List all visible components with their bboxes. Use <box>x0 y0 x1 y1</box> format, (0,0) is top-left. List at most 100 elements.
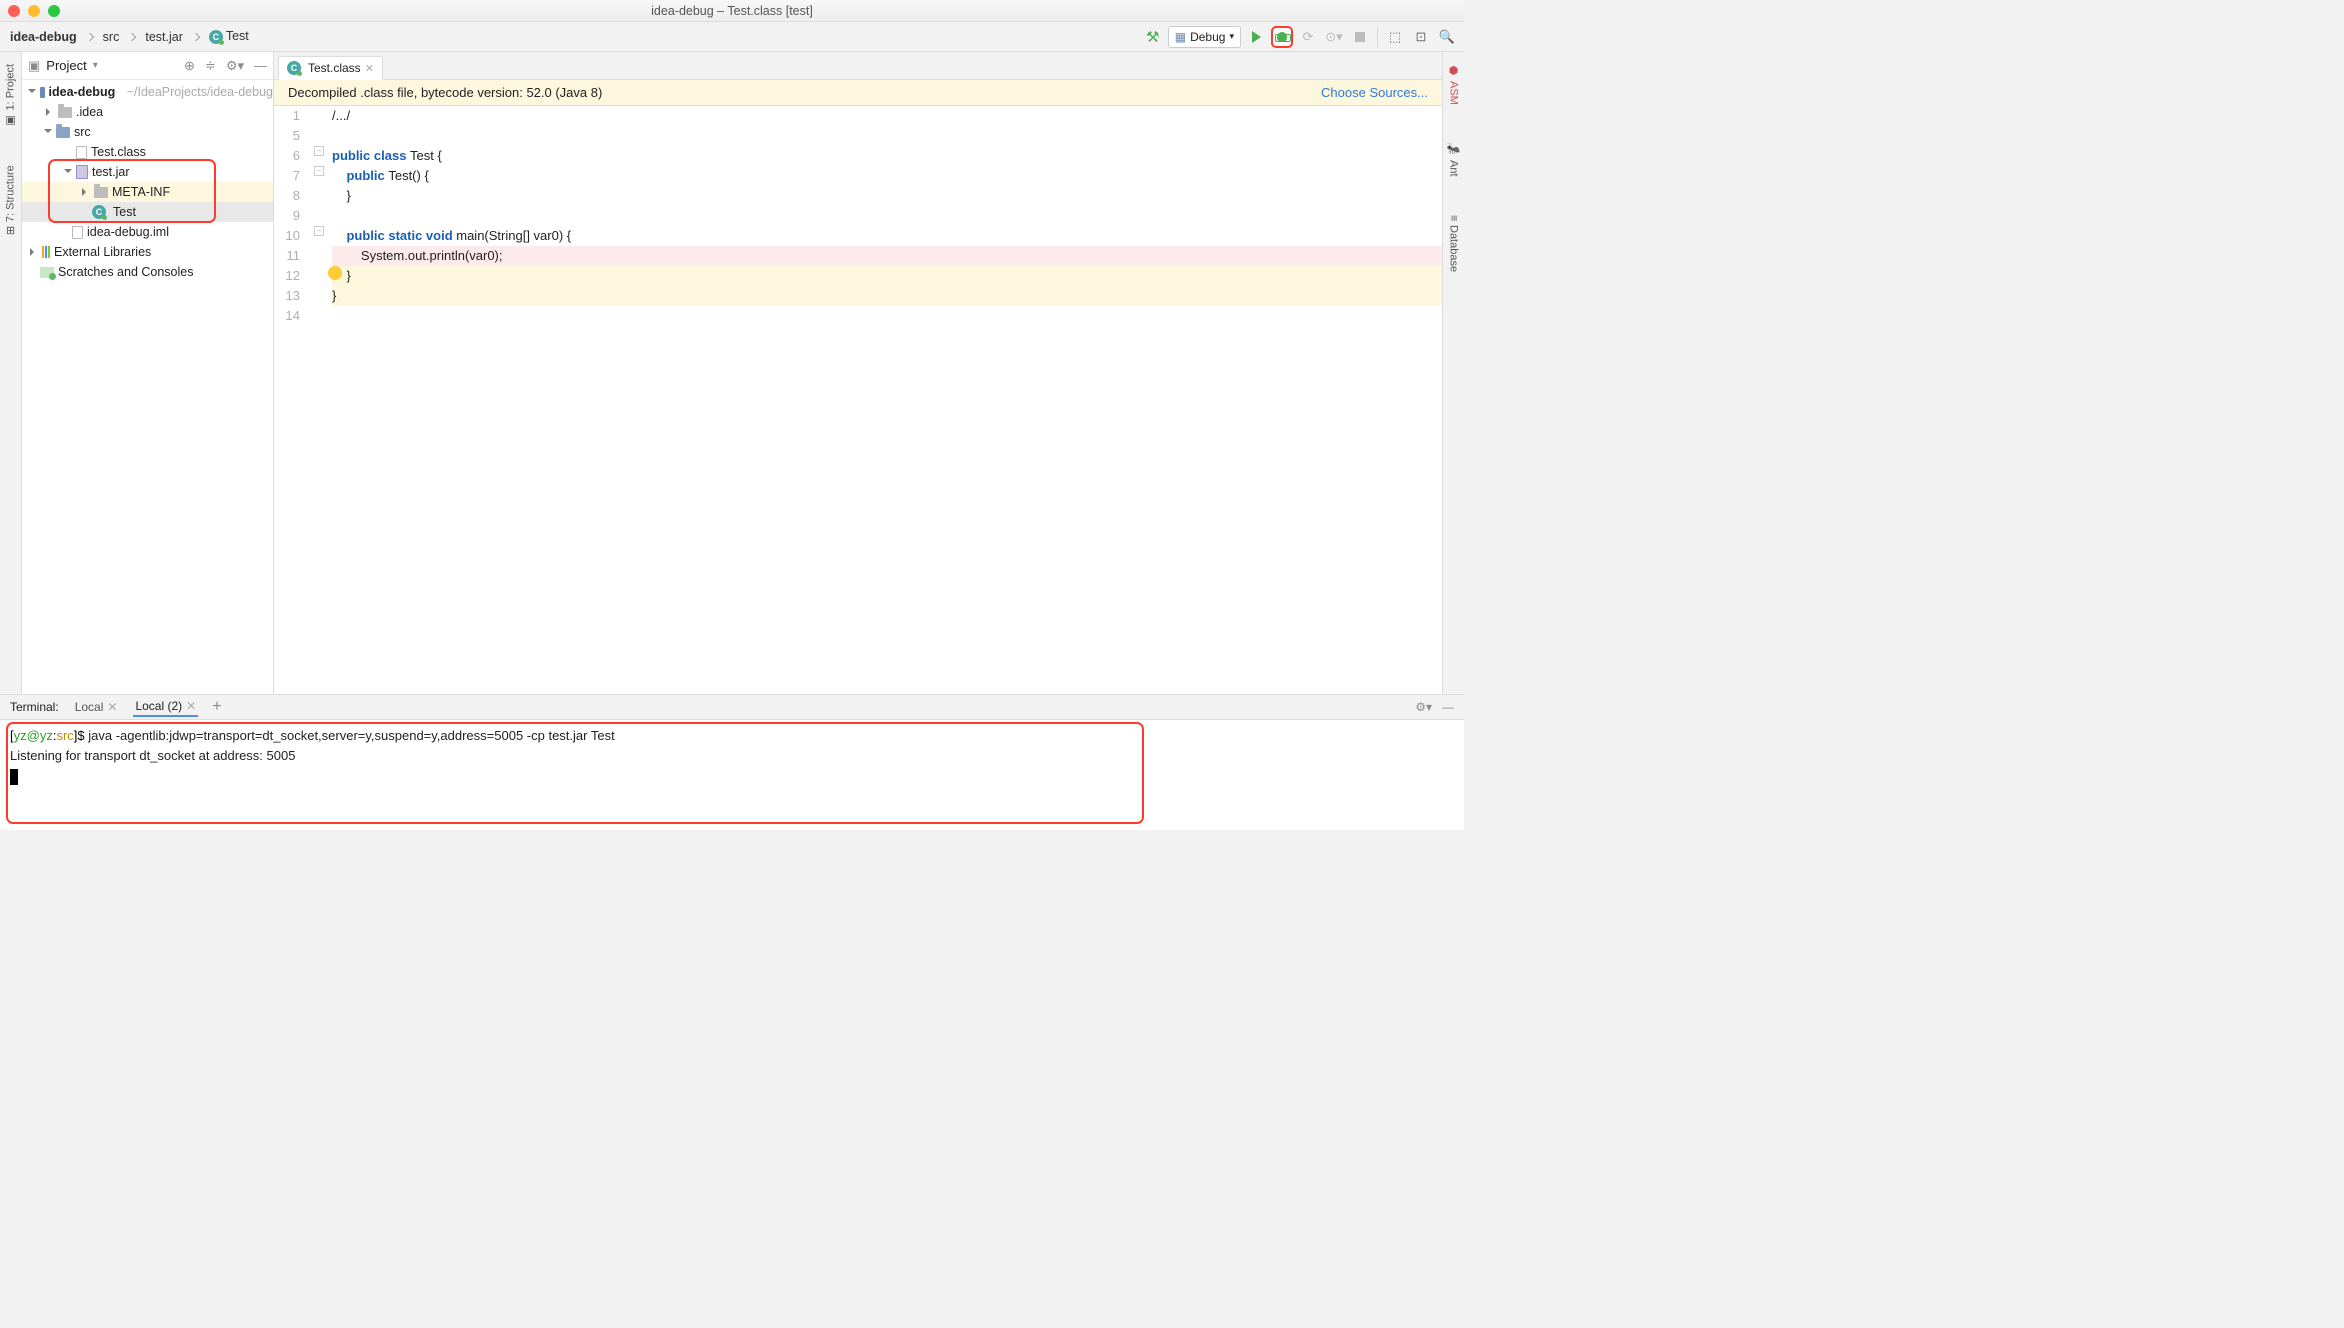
main-area: ▣1: Project ⊞7: Structure ▣ Project ▾ ⊕ … <box>0 52 1464 694</box>
build-button[interactable]: ⚒ <box>1142 26 1164 48</box>
vcs-update-button[interactable]: ⬚ <box>1384 26 1406 48</box>
tree-src-folder[interactable]: src <box>22 122 273 142</box>
folder-icon <box>58 107 72 118</box>
window-controls <box>8 5 60 17</box>
code-line <box>332 306 1442 326</box>
breadcrumb-project[interactable]: idea-debug <box>6 30 81 44</box>
tree-idea-folder[interactable]: .idea <box>22 102 273 122</box>
class-icon: C <box>287 61 301 75</box>
fold-icon[interactable]: − <box>314 166 324 176</box>
file-icon <box>76 146 87 159</box>
ide-settings-button[interactable]: ⊡ <box>1410 26 1432 48</box>
intention-bulb-icon[interactable] <box>328 266 342 280</box>
settings-icon[interactable]: ⚙▾ <box>1415 700 1432 714</box>
chevron-down-icon: ▾ <box>1229 31 1234 42</box>
code-body[interactable]: /.../ −public class Test { − public Test… <box>326 106 1442 694</box>
profiler-button[interactable]: ⊙▾ <box>1323 26 1345 48</box>
breadcrumb-src[interactable]: src <box>99 30 124 44</box>
breadcrumb-class[interactable]: CTest <box>205 29 253 44</box>
decompiled-banner: Decompiled .class file, bytecode version… <box>274 80 1442 106</box>
scratches-icon <box>40 267 54 278</box>
search-everywhere-button[interactable]: 🔍 <box>1436 26 1458 48</box>
project-tool-tab[interactable]: ▣1: Project <box>4 60 17 131</box>
line-number: 7 <box>274 166 300 186</box>
terminal-tab-1[interactable]: Local✕ <box>73 698 120 716</box>
editor-tabbar: C Test.class ✕ <box>274 52 1442 80</box>
line-number: 9 <box>274 206 300 226</box>
choose-sources-link[interactable]: Choose Sources... <box>1321 85 1428 100</box>
editor-tab-label: Test.class <box>308 61 361 75</box>
editor-tab[interactable]: C Test.class ✕ <box>278 56 383 80</box>
tree-test-class-in-jar[interactable]: CTest <box>22 202 273 222</box>
settings-icon[interactable]: ⚙▾ <box>226 58 244 74</box>
hide-icon[interactable]: — <box>254 58 267 74</box>
terminal-header: Terminal: Local✕ Local (2)✕ + ⚙▾ — <box>0 694 1464 720</box>
separator <box>1377 27 1378 47</box>
close-tab-icon[interactable]: ✕ <box>186 699 196 713</box>
line-number: 13 <box>274 286 300 306</box>
chevron-right-icon <box>128 32 136 40</box>
coverage-button[interactable]: ⟳ <box>1297 26 1319 48</box>
project-tool-header: ▣ Project ▾ ⊕ ≑ ⚙▾ — <box>22 52 273 80</box>
select-opened-file-icon[interactable]: ⊕ <box>184 58 195 74</box>
close-tab-icon[interactable]: ✕ <box>365 62 374 75</box>
debug-config-icon: ▦ <box>1175 30 1186 44</box>
close-tab-icon[interactable]: ✕ <box>107 700 117 714</box>
gutter[interactable]: 1 5 6 7 8 9 10 11 12 13 14 <box>274 106 326 694</box>
code-line: − public Test() { <box>332 166 1442 186</box>
close-window-icon[interactable] <box>8 5 20 17</box>
terminal-title: Terminal: <box>10 700 59 714</box>
terminal-tab-2[interactable]: Local (2)✕ <box>133 697 198 717</box>
fold-icon[interactable]: − <box>314 226 324 236</box>
fold-icon[interactable]: − <box>314 146 324 156</box>
code-line: System.out.println(var0); <box>332 246 1442 266</box>
code-area[interactable]: 1 5 6 7 8 9 10 11 12 13 14 /.../ −public… <box>274 106 1442 694</box>
line-number: 12 <box>274 266 300 286</box>
debug-button[interactable] <box>1271 26 1293 48</box>
tree-iml-file[interactable]: idea-debug.iml <box>22 222 273 242</box>
code-line <box>332 206 1442 226</box>
line-number: 8 <box>274 186 300 206</box>
editor: C Test.class ✕ Decompiled .class file, b… <box>274 52 1442 694</box>
config-label: Debug <box>1190 30 1225 44</box>
ant-tool-tab[interactable]: 🐜Ant <box>1447 139 1460 181</box>
tree-test-jar[interactable]: test.jar <box>22 162 273 182</box>
banner-text: Decompiled .class file, bytecode version… <box>288 85 602 100</box>
folder-icon <box>56 127 70 138</box>
tree-external-libraries[interactable]: External Libraries <box>22 242 273 262</box>
chevron-right-icon <box>192 32 200 40</box>
navigation-toolbar: idea-debug src test.jar CTest ⚒ ▦ Debug … <box>0 22 1464 52</box>
terminal-line <box>10 766 1454 786</box>
stop-button[interactable] <box>1349 26 1371 48</box>
project-view-icon: ▣ <box>28 58 40 74</box>
project-tool-title[interactable]: Project <box>46 58 86 73</box>
expand-all-icon[interactable]: ≑ <box>205 58 216 74</box>
run-button[interactable] <box>1245 26 1267 48</box>
structure-tool-tab[interactable]: ⊞7: Structure <box>4 161 17 239</box>
code-line <box>332 126 1442 146</box>
code-line: } <box>332 286 1442 306</box>
project-icon <box>40 87 45 98</box>
asm-tool-tab[interactable]: ⬢ASM <box>1447 60 1460 109</box>
hide-icon[interactable]: — <box>1442 700 1454 714</box>
new-terminal-tab-button[interactable]: + <box>212 698 221 716</box>
breadcrumb-jar[interactable]: test.jar <box>141 30 187 44</box>
tree-meta-inf[interactable]: META-INF <box>22 182 273 202</box>
tree-project-root[interactable]: idea-debug ~/IdeaProjects/idea-debug <box>22 82 273 102</box>
tree-test-class-file[interactable]: Test.class <box>22 142 273 162</box>
run-config-selector[interactable]: ▦ Debug ▾ <box>1168 26 1241 48</box>
window-titlebar: idea-debug – Test.class [test] <box>0 0 1464 22</box>
line-number: 11 <box>274 246 300 266</box>
project-tree[interactable]: idea-debug ~/IdeaProjects/idea-debug .id… <box>22 80 273 694</box>
terminal-line: [yz@yz:src]$ java -agentlib:jdwp=transpo… <box>10 726 1454 746</box>
minimize-window-icon[interactable] <box>28 5 40 17</box>
terminal-tool-window: Terminal: Local✕ Local (2)✕ + ⚙▾ — [yz@y… <box>0 694 1464 830</box>
database-tool-tab[interactable]: ≡Database <box>1448 211 1460 277</box>
terminal-body[interactable]: [yz@yz:src]$ java -agentlib:jdwp=transpo… <box>0 720 1464 830</box>
class-icon: C <box>209 30 223 44</box>
fullscreen-window-icon[interactable] <box>48 5 60 17</box>
tree-scratches[interactable]: Scratches and Consoles <box>22 262 273 282</box>
line-number: 14 <box>274 306 300 326</box>
right-tool-strip: ⬢ASM 🐜Ant ≡Database <box>1442 52 1464 694</box>
chevron-down-icon[interactable]: ▾ <box>93 60 98 71</box>
